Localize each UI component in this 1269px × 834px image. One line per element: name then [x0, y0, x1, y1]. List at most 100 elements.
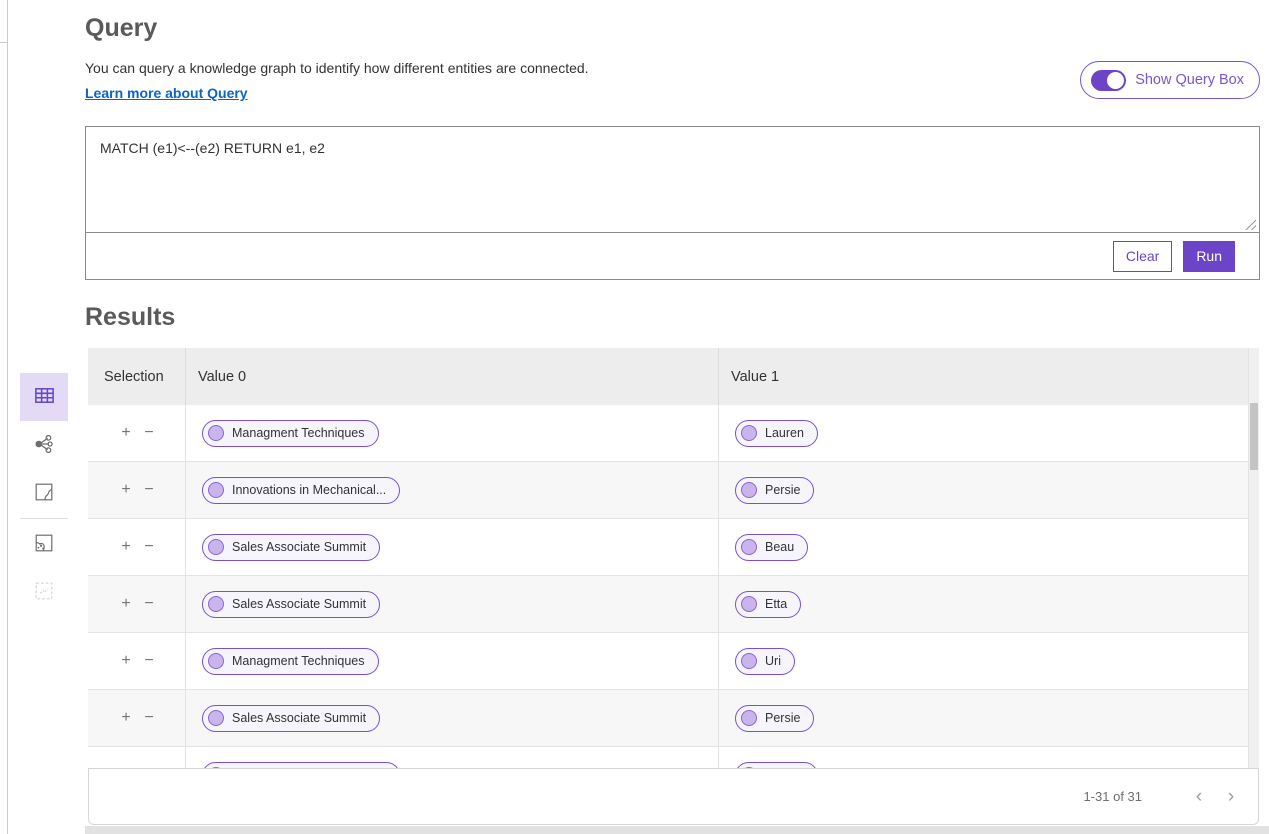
- query-input[interactable]: MATCH (e1)<--(e2) RETURN e1, e2: [86, 127, 1259, 233]
- entity-pill[interactable]: Uri: [735, 648, 795, 675]
- show-query-box-toggle[interactable]: Show Query Box: [1080, 61, 1260, 99]
- value0-cell: Sales Associate Summit: [185, 576, 718, 632]
- selection-cell: + −: [88, 405, 185, 461]
- entity-node-icon: [741, 425, 757, 441]
- clear-button[interactable]: Clear: [1113, 241, 1172, 272]
- bottom-divider: [85, 826, 1269, 834]
- pagination-range: 1-31 of 31: [1083, 789, 1142, 804]
- entity-node-icon: [208, 482, 224, 498]
- prev-page-button[interactable]: ‹: [1188, 785, 1210, 809]
- table-row: + − Sales Associate Summit Persie: [88, 690, 1259, 747]
- add-to-link-chart-icon: [33, 580, 55, 605]
- toggle-label: Show Query Box: [1135, 72, 1244, 88]
- value0-cell: Sales Associate Summit: [185, 690, 718, 746]
- entity-node-icon: [741, 539, 757, 555]
- table-row: + − Sales Associate Summit Beau: [88, 519, 1259, 576]
- value0-cell: Sales Associate Summit: [185, 519, 718, 575]
- entity-label: Sales Associate Summit: [232, 540, 366, 554]
- table-row: + − Innovations in Mechanical... Lauren: [88, 747, 1259, 768]
- entity-pill[interactable]: Beau: [735, 534, 808, 561]
- entity-label: Etta: [765, 597, 787, 611]
- add-to-selection-button[interactable]: +: [117, 536, 135, 558]
- table-view-button[interactable]: [20, 373, 68, 421]
- entity-pill[interactable]: Etta: [735, 591, 801, 618]
- table-body: + − Managment Techniques Lauren + − Inno…: [88, 405, 1259, 768]
- next-page-button[interactable]: ›: [1220, 785, 1242, 809]
- map-view-icon: [33, 481, 55, 506]
- table-row: + − Managment Techniques Uri: [88, 633, 1259, 690]
- value0-cell: Managment Techniques: [185, 405, 718, 461]
- remove-from-selection-button[interactable]: −: [140, 707, 158, 729]
- table-row: + − Managment Techniques Lauren: [88, 405, 1259, 462]
- entity-node-icon: [208, 710, 224, 726]
- entity-pill[interactable]: Sales Associate Summit: [202, 705, 380, 732]
- entity-pill[interactable]: Managment Techniques: [202, 648, 379, 675]
- table-footer: 1-31 of 31 ‹ ›: [88, 768, 1259, 825]
- query-editor-panel: MATCH (e1)<--(e2) RETURN e1, e2 Clear Ru…: [85, 126, 1260, 280]
- toggle-on-icon: [1091, 70, 1126, 91]
- link-chart-view-button[interactable]: [20, 421, 68, 469]
- selection-cell: + −: [88, 519, 185, 575]
- table-scrollbar[interactable]: [1248, 348, 1259, 768]
- table-view-icon: [33, 384, 56, 410]
- remove-from-selection-button[interactable]: −: [140, 536, 158, 558]
- add-to-selection-button[interactable]: +: [117, 422, 135, 444]
- selection-cell: + −: [88, 690, 185, 746]
- value0-cell: Managment Techniques: [185, 633, 718, 689]
- value1-cell: Lauren: [718, 405, 1259, 461]
- remove-from-selection-button[interactable]: −: [140, 593, 158, 615]
- entity-label: Beau: [765, 540, 794, 554]
- value0-cell: Innovations in Mechanical...: [185, 462, 718, 518]
- column-header-value0: Value 0: [185, 348, 718, 405]
- entity-pill[interactable]: Sales Associate Summit: [202, 534, 380, 561]
- query-page: Query You can query a knowledge graph to…: [0, 0, 1269, 834]
- view-toolbar: [20, 373, 68, 616]
- add-to-map-icon: [33, 532, 55, 557]
- scrollbar-thumb[interactable]: [1250, 403, 1258, 470]
- entity-pill[interactable]: Managment Techniques: [202, 420, 379, 447]
- remove-from-selection-button[interactable]: −: [140, 422, 158, 444]
- page-title: Query: [85, 14, 157, 43]
- selection-cell: + −: [88, 576, 185, 632]
- entity-node-icon: [741, 482, 757, 498]
- entity-pill[interactable]: Lauren: [735, 420, 818, 447]
- value1-cell: Persie: [718, 462, 1259, 518]
- add-to-link-chart-button: [20, 568, 68, 616]
- add-to-selection-button[interactable]: +: [117, 650, 135, 672]
- run-button[interactable]: Run: [1183, 241, 1235, 272]
- entity-pill[interactable]: Innovations in Mechanical...: [202, 477, 400, 504]
- value1-cell: Beau: [718, 519, 1259, 575]
- entity-label: Uri: [765, 654, 781, 668]
- toolbar-divider: [20, 518, 68, 519]
- value1-cell: Lauren: [718, 747, 1259, 768]
- entity-node-icon: [208, 596, 224, 612]
- entity-pill[interactable]: Persie: [735, 477, 814, 504]
- add-to-selection-button[interactable]: +: [117, 707, 135, 729]
- learn-more-link[interactable]: Learn more about Query: [85, 85, 248, 101]
- add-to-selection-button[interactable]: +: [117, 479, 135, 501]
- panel-divider: [7, 0, 8, 834]
- remove-from-selection-button[interactable]: −: [140, 650, 158, 672]
- entity-node-icon: [741, 653, 757, 669]
- add-to-selection-button[interactable]: +: [117, 593, 135, 615]
- entity-pill[interactable]: Sales Associate Summit: [202, 591, 380, 618]
- entity-label: Managment Techniques: [232, 426, 365, 440]
- entity-pill[interactable]: Persie: [735, 705, 814, 732]
- entity-node-icon: [208, 425, 224, 441]
- query-actions-bar: Clear Run: [86, 233, 1259, 279]
- add-to-map-button[interactable]: [20, 520, 68, 568]
- entity-label: Lauren: [765, 426, 804, 440]
- entity-node-icon: [741, 710, 757, 726]
- column-header-value1: Value 1: [718, 348, 1259, 405]
- entity-node-icon: [208, 539, 224, 555]
- remove-from-selection-button[interactable]: −: [140, 479, 158, 501]
- entity-node-icon: [208, 653, 224, 669]
- selection-cell: + −: [88, 747, 185, 768]
- table-row: + − Sales Associate Summit Etta: [88, 576, 1259, 633]
- results-table: Selection Value 0 Value 1 + − Managment …: [88, 348, 1259, 825]
- column-header-selection: Selection: [88, 348, 185, 405]
- map-view-button[interactable]: [20, 469, 68, 517]
- value1-cell: Persie: [718, 690, 1259, 746]
- table-row: + − Innovations in Mechanical... Persie: [88, 462, 1259, 519]
- entity-label: Managment Techniques: [232, 654, 365, 668]
